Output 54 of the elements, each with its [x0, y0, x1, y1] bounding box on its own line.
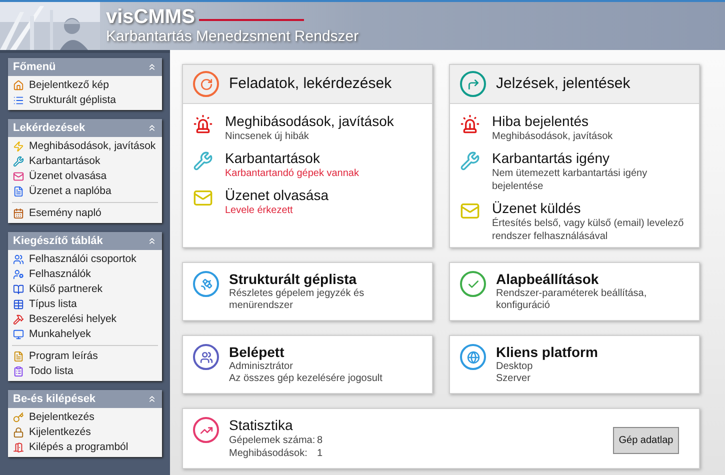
- stat-value: 1: [317, 447, 323, 460]
- entry-link[interactable]: Üzenet küldés: [492, 200, 689, 217]
- panel-title: Lekérdezések: [13, 120, 86, 136]
- menu-item[interactable]: Munkahelyek: [8, 327, 162, 342]
- card-title[interactable]: Strukturált géplista: [229, 271, 422, 288]
- card-text: Desktop: [496, 361, 534, 373]
- panel-title: Feladatok, lekérdezések: [229, 74, 392, 94]
- menu-item[interactable]: Beszerelési helyek: [8, 312, 162, 327]
- menu-item[interactable]: Esemény napló: [12, 206, 158, 221]
- menu-item[interactable]: Felhasználói csoportok: [8, 252, 162, 267]
- menu-item[interactable]: Karbantartások: [8, 154, 162, 169]
- app-title: visCMMS: [106, 6, 195, 28]
- entry-link[interactable]: Meghibásodások, javítások: [225, 113, 394, 130]
- card-text: Részletes gépelem jegyzék és menürendszer: [229, 288, 366, 312]
- panel-title: Főmenü: [13, 60, 56, 75]
- panel-title: Jelzések, jelentések: [496, 74, 630, 94]
- menu-item[interactable]: Program leírás: [12, 349, 158, 364]
- menu-item[interactable]: Strukturált géplista: [8, 93, 162, 108]
- card-title[interactable]: Kliens platform: [496, 344, 598, 361]
- menu-item[interactable]: Kilépés a programból: [8, 440, 162, 455]
- entry-detail: Nincsenek új hibák: [225, 130, 310, 143]
- card-text: Adminisztrátor: [229, 361, 294, 373]
- menu-item[interactable]: Típus lista: [8, 297, 162, 312]
- panel-title: Be-és kilépések: [13, 392, 96, 407]
- entry-detail: Értesítés belső, vagy külső (email) levelező rendszer felhasználásával: [492, 217, 685, 243]
- entry-link[interactable]: Üzenet olvasása: [225, 187, 329, 204]
- menu-item[interactable]: Felhasználók: [8, 267, 162, 282]
- entry-link[interactable]: Karbantartás igény: [492, 150, 689, 167]
- entry-detail: Meghibásodások, javítások: [492, 130, 613, 143]
- card-title[interactable]: Belépett: [229, 344, 382, 361]
- card-text: Rendszer-paraméterek beállítása, konfiguráció: [496, 288, 648, 312]
- menu-item[interactable]: Üzenet olvasása: [8, 169, 162, 184]
- entry-detail: Levele érkezett: [225, 204, 294, 217]
- card-title: Statisztika: [229, 417, 294, 434]
- menu-item[interactable]: Kijelentkezés: [8, 425, 162, 440]
- card-title[interactable]: Alapbeállítások: [496, 271, 689, 288]
- menu-item[interactable]: Bejelentkezés: [8, 410, 162, 425]
- entry-link[interactable]: Karbantartások: [225, 150, 359, 167]
- entry-detail: Karbantartandó gépek vannak: [225, 167, 359, 180]
- machine-sheet-button[interactable]: Gép adatlap: [613, 427, 679, 454]
- panel-title: Kiegészítő táblák: [13, 234, 103, 249]
- card-text: Az összes gép kezelésére jogosult: [229, 373, 382, 385]
- card-text: Szerver: [496, 373, 532, 385]
- stat-label: Gépelemek száma:: [229, 434, 316, 447]
- entry-detail: Nem ütemezett karbantartási igény bejelentése: [492, 167, 648, 193]
- menu-item[interactable]: Külső partnerek: [8, 282, 162, 297]
- stat-value: 8: [317, 434, 323, 447]
- menu-item[interactable]: Todo lista: [12, 364, 158, 379]
- menu-item[interactable]: Üzenet a naplóba: [8, 184, 162, 199]
- app-subtitle: Karbantartás Menedzsment Rendszer: [106, 28, 359, 46]
- entry-link[interactable]: Hiba bejelentés: [492, 113, 613, 130]
- menu-item[interactable]: Meghibásodások, javítások: [8, 139, 162, 154]
- menu-item[interactable]: Bejelentkező kép: [8, 78, 162, 93]
- stat-label: Meghibásodások:: [229, 447, 308, 460]
